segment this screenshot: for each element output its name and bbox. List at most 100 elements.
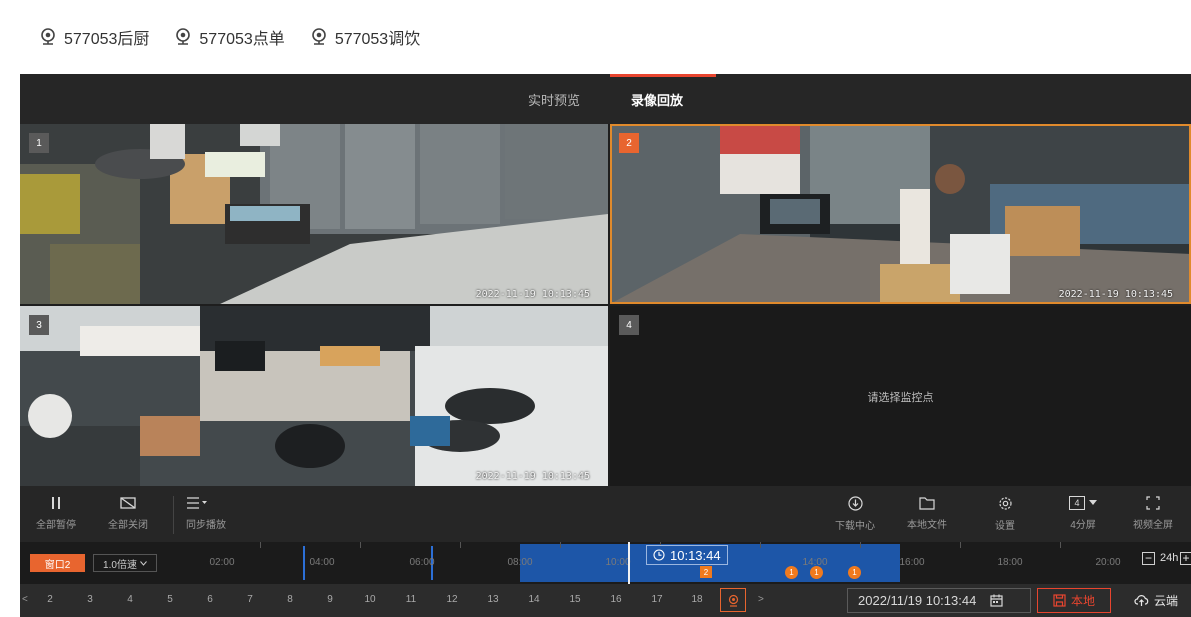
sync-list-icon: [187, 497, 207, 509]
selected-window-marker[interactable]: 2: [700, 566, 712, 578]
tab-live-preview[interactable]: 实时预览: [528, 90, 580, 109]
active-tab-indicator: [610, 74, 716, 77]
save-icon: [1053, 594, 1066, 607]
layout-select-button[interactable]: 4 4分屏: [1069, 496, 1097, 531]
pane-timestamp: 2022-11-19 10:13:45: [475, 471, 590, 482]
hour-label: 04:00: [309, 557, 335, 568]
video-pane-3[interactable]: 3 2022-11-19 10:13:45: [20, 306, 608, 486]
page-button[interactable]: 2: [47, 594, 53, 605]
sync-play-button[interactable]: 同步播放: [186, 496, 226, 531]
download-center-button[interactable]: 下载中心: [835, 496, 875, 532]
event-marker[interactable]: 1: [848, 566, 861, 579]
video-off-icon: [120, 497, 136, 509]
video-frame-kitchen: [20, 124, 608, 304]
pane-number-badge: 1: [29, 133, 49, 153]
event-marker[interactable]: 1: [810, 566, 823, 579]
page-button[interactable]: 17: [651, 594, 662, 605]
camera-tab-order[interactable]: 577053点单: [175, 25, 285, 49]
page-button[interactable]: 3: [87, 594, 93, 605]
mode-tab-bar: 实时预览 录像回放: [20, 74, 1191, 124]
page-button[interactable]: 11: [406, 594, 416, 605]
page-prev-button[interactable]: <: [22, 594, 28, 605]
recording-mark: [303, 546, 305, 580]
pause-all-label: 全部暂停: [36, 520, 76, 531]
video-frame-bar: [20, 306, 608, 486]
hour-label: 18:00: [997, 557, 1023, 568]
select-camera-hint: 请选择监控点: [867, 392, 934, 404]
camera-tab-label: 577053后厨: [64, 31, 150, 48]
tab-playback[interactable]: 录像回放: [631, 90, 683, 109]
page-button[interactable]: 6: [207, 594, 213, 605]
zoom-in-button[interactable]: +: [1180, 552, 1191, 565]
fullscreen-label: 视频全屏: [1133, 520, 1173, 531]
timeline-track[interactable]: 02:00 04:00 06:00 08:00 10:00 14:00 16:0…: [160, 542, 1135, 584]
playhead[interactable]: [628, 542, 630, 584]
local-files-button[interactable]: 本地文件: [907, 496, 947, 531]
date-value: 2022/11/19 10:13:44: [858, 593, 977, 608]
pane-number-badge: 4: [619, 315, 639, 335]
date-picker[interactable]: 2022/11/19 10:13:44: [847, 588, 1031, 613]
page-button[interactable]: 4: [127, 594, 133, 605]
pane-timestamp: 2022-11-19 10:13:45: [475, 289, 590, 300]
pause-all-button[interactable]: 全部暂停: [36, 496, 76, 531]
divider: [173, 496, 174, 534]
playback-page: 577053后厨 577053点单 577053调饮 实时预览 录像回放 1 2…: [0, 0, 1191, 617]
video-pane-1[interactable]: 1 2022-11-19 10:13:45: [20, 124, 608, 304]
playhead-time-text: 10:13:44: [670, 547, 721, 563]
camera-tabs: 577053后厨 577053点单 577053调饮: [0, 0, 1191, 74]
download-icon: [847, 496, 863, 511]
pane-timestamp: 2022-11-19 10:13:45: [1058, 289, 1173, 300]
page-button[interactable]: 5: [167, 594, 173, 605]
video-pane-4[interactable]: 4 请选择监控点: [610, 306, 1191, 486]
page-button[interactable]: 14: [528, 594, 539, 605]
hour-label: 02:00: [209, 557, 235, 568]
hour-tick: [360, 542, 361, 548]
close-all-button[interactable]: 全部关闭: [108, 496, 148, 531]
camera-tab-drinks[interactable]: 577053调饮: [311, 25, 420, 49]
zoom-level: 24h: [1160, 552, 1179, 564]
playhead-time: 10:13:44: [646, 545, 728, 565]
cloud-storage-button[interactable]: 云端: [1121, 588, 1191, 613]
hour-tick: [960, 542, 961, 548]
page-button[interactable]: 9: [327, 594, 333, 605]
chevron-down-icon: [140, 560, 147, 566]
window-selector[interactable]: 窗口2: [30, 554, 85, 572]
page-button[interactable]: 12: [446, 594, 457, 605]
page-button[interactable]: 18: [691, 594, 702, 605]
page-button[interactable]: 13: [487, 594, 498, 605]
active-page-button[interactable]: [720, 588, 746, 612]
pane-number-badge: 3: [29, 315, 49, 335]
fullscreen-button[interactable]: 视频全屏: [1133, 496, 1173, 531]
hour-tick: [860, 542, 861, 548]
video-pane-2[interactable]: 2 2022-11-19 10:13:45: [610, 124, 1191, 304]
hour-tick: [260, 542, 261, 548]
hour-tick: [460, 542, 461, 548]
hour-label: 10:00: [605, 557, 631, 568]
pause-icon: [52, 497, 60, 509]
page-next-button[interactable]: >: [758, 594, 764, 605]
local-storage-button[interactable]: 本地: [1037, 588, 1111, 613]
speed-label: 1.0倍速: [103, 559, 137, 571]
page-button[interactable]: 15: [569, 594, 580, 605]
gear-icon: [998, 497, 1012, 510]
page-button[interactable]: 7: [247, 594, 253, 605]
zoom-out-button[interactable]: −: [1142, 552, 1155, 565]
hour-tick: [1060, 542, 1061, 548]
page-button[interactable]: 10: [364, 594, 375, 605]
sync-play-label: 同步播放: [186, 520, 226, 531]
bottom-bar: < 2 3 4 5 6 7 8 9 10 11 12 13 14 15 16 1…: [20, 584, 1191, 617]
settings-label: 设置: [995, 521, 1015, 532]
camera-tab-kitchen[interactable]: 577053后厨: [40, 25, 149, 49]
page-button[interactable]: 16: [610, 594, 621, 605]
download-center-label: 下载中心: [835, 521, 875, 532]
fullscreen-icon: [1146, 496, 1160, 510]
page-button[interactable]: 8: [287, 594, 293, 605]
caret-down-icon: [1089, 500, 1097, 505]
hour-label: 08:00: [507, 557, 533, 568]
playback-controls: 全部暂停 全部关闭 同步播放 下载中心 本地文件 设置 4 4分屏 视频全屏: [20, 486, 1191, 542]
webcam-icon: [728, 594, 738, 607]
settings-button[interactable]: 设置: [995, 496, 1015, 532]
event-marker[interactable]: 1: [785, 566, 798, 579]
speed-selector[interactable]: 1.0倍速: [93, 554, 157, 572]
close-all-label: 全部关闭: [108, 520, 148, 531]
